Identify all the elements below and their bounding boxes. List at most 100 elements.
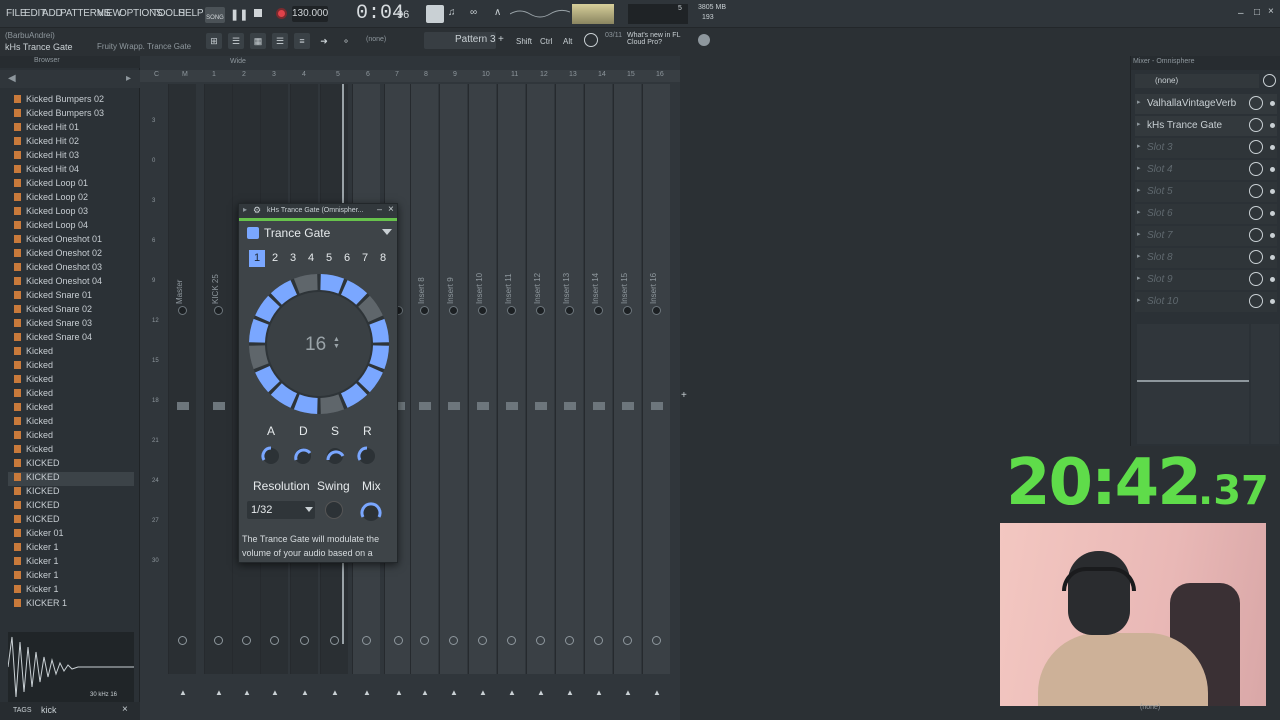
fx-slot[interactable]: ▸ Slot 9 [1135, 270, 1277, 290]
route-knob[interactable] [565, 636, 574, 645]
route-knob[interactable] [330, 636, 339, 645]
volume-fader[interactable] [535, 402, 547, 410]
mixer-strip[interactable]: Master ▲ [168, 84, 196, 697]
browser-item[interactable]: Kicked [14, 360, 53, 374]
stop-button[interactable] [254, 9, 262, 17]
route-arrow-icon[interactable]: ▲ [331, 688, 339, 697]
browser-item[interactable]: Kicked Snare 01 [14, 290, 92, 304]
mixer-strip[interactable]: Insert 8 ▲ [410, 84, 438, 697]
slot-enable-toggle[interactable] [1270, 255, 1275, 260]
add-pattern-icon[interactable]: + [498, 34, 504, 45]
slot-mix-knob[interactable] [1249, 206, 1263, 220]
browser-item[interactable]: KICKED [14, 500, 60, 514]
mixer-strip[interactable]: Insert 12 ▲ [526, 84, 554, 697]
browser-item[interactable]: Kicked [14, 374, 53, 388]
browser-item[interactable]: Kicked Hit 04 [14, 164, 79, 178]
browser-item[interactable]: Kicked [14, 430, 53, 444]
slot-expand-icon[interactable]: ▸ [1137, 120, 1141, 128]
fx-slot[interactable]: ▸ Slot 3 [1135, 138, 1277, 158]
menu-help[interactable]: HELP [178, 8, 204, 19]
news-text[interactable]: What's new in FL Cloud Pro? [627, 32, 687, 46]
pan-knob[interactable] [178, 306, 187, 315]
wait-icon[interactable]: ∞ [470, 7, 486, 21]
route-arrow-icon[interactable]: ▲ [595, 688, 603, 697]
browser-item[interactable]: Kicked [14, 346, 53, 360]
pan-knob[interactable] [214, 306, 223, 315]
route-arrow-icon[interactable]: ▲ [215, 688, 223, 697]
browser-item[interactable]: Kicked Loop 04 [14, 220, 88, 234]
swing-knob[interactable] [325, 501, 343, 519]
route-arrow-icon[interactable]: ▲ [301, 688, 309, 697]
step-icon[interactable]: ∧ [494, 7, 508, 21]
route-arrow-icon[interactable]: ▲ [363, 688, 371, 697]
preset-name[interactable]: Trance Gate [264, 226, 330, 240]
route-knob[interactable] [362, 636, 371, 645]
route-knob[interactable] [536, 636, 545, 645]
route-knob[interactable] [449, 636, 458, 645]
volume-fader[interactable] [622, 402, 634, 410]
mixer-strip[interactable]: KICK 25 ▲ [204, 84, 232, 697]
playlist-icon[interactable]: ☰ [228, 33, 244, 49]
route-knob[interactable] [594, 636, 603, 645]
route-knob[interactable] [420, 636, 429, 645]
route-arrow-icon[interactable]: ▲ [508, 688, 516, 697]
online-status-icon[interactable] [698, 34, 710, 46]
adsr-knob[interactable] [291, 444, 315, 466]
slot-expand-icon[interactable]: ▸ [1137, 252, 1141, 260]
clear-search-icon[interactable]: × [122, 704, 128, 715]
browser-item[interactable]: Kicked Hit 01 [14, 122, 79, 136]
route-arrow-icon[interactable]: ▲ [421, 688, 429, 697]
mixer-strip[interactable]: Insert 11 ▲ [497, 84, 525, 697]
slot-mix-knob[interactable] [1249, 272, 1263, 286]
browser-item[interactable]: Kicked Loop 01 [14, 178, 88, 192]
fx-slot[interactable]: ▸ Slot 6 [1135, 204, 1277, 224]
plugin-menu-icon[interactable]: ▸ [243, 205, 247, 214]
slot-mix-knob[interactable] [1249, 118, 1263, 132]
pattern-song-icon[interactable] [426, 5, 444, 23]
slot-enable-toggle[interactable] [1270, 167, 1275, 172]
slot-enable-toggle[interactable] [1270, 123, 1275, 128]
maximize-icon[interactable]: □ [1254, 7, 1260, 18]
pause-button[interactable]: ❚❚ [230, 8, 248, 21]
volume-fader[interactable] [177, 402, 189, 410]
browser-item[interactable]: Kicked Oneshot 04 [14, 276, 102, 290]
pattern-tab[interactable]: 4 [303, 250, 319, 267]
route-arrow-icon[interactable]: ▲ [479, 688, 487, 697]
volume-fader[interactable] [651, 402, 663, 410]
plugin-titlebar[interactable]: ▸ ⚙ kHs Trance Gate (Omnispher... – × [239, 204, 397, 218]
slot-expand-icon[interactable]: ▸ [1137, 208, 1141, 216]
adsr-knob[interactable] [323, 444, 347, 466]
pattern-tab[interactable]: 5 [321, 250, 337, 267]
trance-gate-window[interactable]: ▸ ⚙ kHs Trance Gate (Omnispher... – × Tr… [238, 203, 398, 563]
tempo-display[interactable]: 130.000 [292, 6, 328, 22]
route-knob[interactable] [652, 636, 661, 645]
fx-slot[interactable]: ▸ kHs Trance Gate [1135, 116, 1277, 136]
pattern-tab[interactable]: 8 [375, 250, 391, 267]
fx-slot[interactable]: ▸ Slot 4 [1135, 160, 1277, 180]
route-arrow-icon[interactable]: ▲ [566, 688, 574, 697]
browser-item[interactable]: KICKED [8, 472, 134, 486]
none-selector[interactable]: (none) [366, 36, 386, 43]
volume-fader[interactable] [419, 402, 431, 410]
record-button[interactable] [276, 8, 287, 19]
pan-knob[interactable] [594, 306, 603, 315]
browser-item[interactable]: Kicker 1 [14, 570, 59, 584]
plugin-minimize-icon[interactable]: – [377, 204, 382, 214]
slot-enable-toggle[interactable] [1270, 145, 1275, 150]
slot-mix-knob[interactable] [1249, 184, 1263, 198]
browser-item[interactable]: Kicked Oneshot 03 [14, 262, 102, 276]
route-arrow-icon[interactable]: ▲ [537, 688, 545, 697]
browser-item[interactable]: Kicked Snare 02 [14, 304, 92, 318]
mixer-strip[interactable]: Insert 15 ▲ [613, 84, 641, 697]
pan-knob[interactable] [623, 306, 632, 315]
pattern-tab[interactable]: 3 [285, 250, 301, 267]
browser-item[interactable]: Kicked [14, 416, 53, 430]
search-input[interactable]: kick [41, 705, 57, 715]
browser-item[interactable]: Kicked [14, 388, 53, 402]
slot-expand-icon[interactable]: ▸ [1137, 98, 1141, 106]
route-knob[interactable] [270, 636, 279, 645]
browser-item[interactable]: Kicked [14, 444, 53, 458]
pan-knob[interactable] [507, 306, 516, 315]
piano-roll-icon[interactable]: ▦ [250, 33, 266, 49]
route-arrow-icon[interactable]: ▲ [624, 688, 632, 697]
